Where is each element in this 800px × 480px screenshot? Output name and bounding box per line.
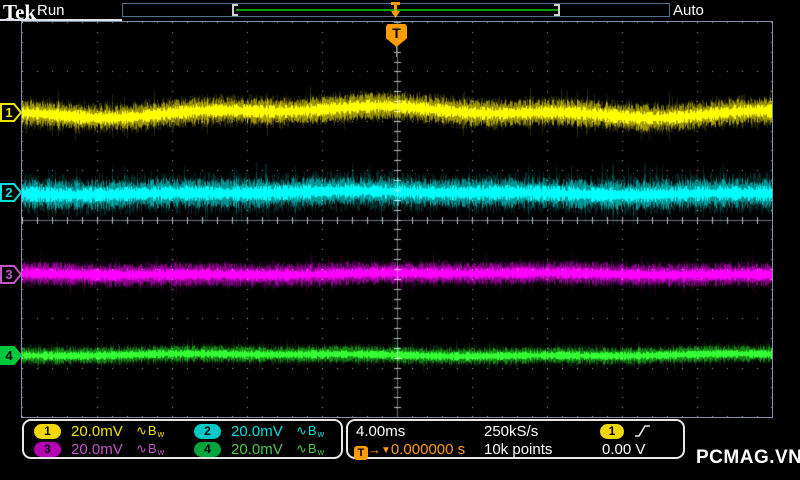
watermark: PCMAG.VN	[696, 447, 800, 468]
graticule-canvas	[22, 22, 772, 417]
bandwidth-limit-icon: Bw	[147, 441, 166, 457]
channel-2-coupling-icons: ∿Bw	[296, 423, 325, 439]
channel-3-marker-label: 3	[5, 267, 13, 282]
trigger-mode-label: Auto	[673, 2, 704, 19]
acquisition-status: Run	[37, 2, 65, 19]
trigger-level-readout: 0.00 V	[602, 441, 646, 458]
channel-3-ground-marker: 3	[0, 265, 22, 284]
channel-1-coupling-icons: ∿Bw	[136, 423, 165, 439]
channel-4-scale: 20.0mV	[231, 441, 283, 458]
bandwidth-limit-icon: Bw	[307, 423, 326, 439]
trigger-slope-rising-icon	[635, 425, 650, 437]
caret-down-icon: ▼	[381, 445, 391, 456]
ac-coupling-icon: ∿	[136, 441, 148, 456]
bandwidth-limit-icon: Bw	[307, 441, 326, 457]
trigger-source-badge: 1	[600, 424, 624, 439]
bandwidth-limit-icon: Bw	[147, 423, 166, 439]
trigger-position-readout: T →▼0.000000 s	[354, 441, 466, 460]
arrow-right-icon: →	[368, 442, 381, 457]
channel-3-badge: 3	[34, 442, 61, 457]
channel-1-scale: 20.0mV	[71, 423, 123, 440]
channel-2-marker-label: 2	[5, 185, 13, 200]
graticule-frame	[21, 21, 773, 418]
ac-coupling-icon: ∿	[136, 423, 148, 438]
channel-3-coupling-icons: ∿Bw	[136, 441, 165, 457]
channel-4-coupling-icons: ∿Bw	[296, 441, 325, 457]
record-view-bar	[122, 2, 670, 18]
channel-2-scale: 20.0mV	[231, 423, 283, 440]
channel-1-marker-label: 1	[5, 105, 13, 120]
trigger-t-icon: T	[354, 446, 368, 460]
channel-readouts-box: 1 20.0mV ∿Bw 2 20.0mV ∿Bw 3 20.0mV ∿Bw 4…	[22, 419, 343, 459]
horizontal-trigger-readouts-box: 4.00ms 250kS/s 1 T →▼0.000000 s 10k point…	[346, 419, 685, 460]
channel-4-marker-label: 4	[5, 348, 13, 363]
ac-coupling-icon: ∿	[296, 441, 308, 456]
time-per-div-readout: 4.00ms	[356, 423, 406, 440]
sample-rate-readout: 250kS/s	[484, 423, 539, 440]
channel-2-badge: 2	[194, 424, 221, 439]
channel-4-ground-marker: 4	[0, 346, 22, 365]
channel-1-badge: 1	[34, 424, 61, 439]
record-trigger-position-icon	[391, 2, 400, 18]
record-length-readout: 10k points	[484, 441, 553, 458]
channel-1-ground-marker: 1	[0, 103, 22, 122]
oscilloscope-screen: Tek Run Auto T 1 2 3 4 1 20.0mV ∿Bw 2 20…	[0, 0, 800, 480]
channel-4-badge: 4	[194, 442, 221, 457]
trigger-position-value: 0.000000 s	[390, 441, 466, 458]
channel-2-ground-marker: 2	[0, 183, 22, 202]
ac-coupling-icon: ∿	[296, 423, 308, 438]
channel-3-scale: 20.0mV	[71, 441, 123, 458]
trigger-position-stem	[396, 47, 397, 57]
